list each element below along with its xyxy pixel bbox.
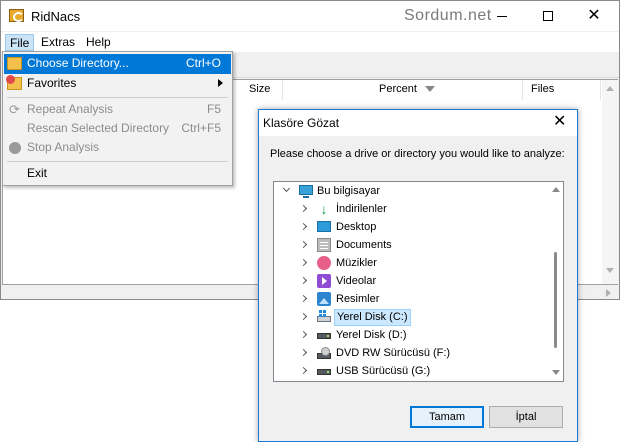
menu-file[interactable]: File — [5, 34, 35, 51]
menu-item-label: Favorites — [27, 76, 77, 90]
column-header-percent-label: Percent — [379, 83, 417, 95]
scroll-up-icon[interactable] — [552, 187, 560, 192]
menu-item-repeat-analysis: ⟳ Repeat Analysis F5 — [4, 100, 231, 120]
sort-descending-icon — [424, 86, 435, 93]
vertical-scrollbar[interactable] — [602, 80, 618, 284]
download-icon: ↓ — [320, 201, 328, 217]
menu-item-shortcut: F5 — [206, 102, 221, 116]
chevron-right-icon[interactable] — [299, 330, 308, 339]
tree-item-label: İndirilenler — [336, 203, 387, 215]
tree-item-label: Bu bilgisayar — [317, 185, 380, 197]
computer-icon — [299, 185, 313, 198]
column-header-files[interactable]: Files — [525, 80, 601, 100]
chevron-right-icon[interactable] — [299, 294, 308, 303]
column-header-size[interactable]: Size — [243, 80, 283, 100]
tree-item-label: Resimler — [336, 293, 380, 305]
scroll-up-icon[interactable] — [606, 86, 614, 91]
dialog-prompt: Please choose a drive or directory you w… — [270, 148, 565, 160]
menu-item-label: Rescan Selected Directory — [27, 121, 170, 135]
window-title: RidNacs — [31, 9, 81, 24]
documents-icon — [317, 238, 331, 252]
submenu-arrow-icon — [218, 79, 223, 87]
tree-scrollbar[interactable] — [549, 182, 563, 381]
menu-item-rescan-selected: Rescan Selected Directory Ctrl+F5 — [4, 119, 231, 139]
browse-folder-dialog: Klasöre Gözat ✕ Please choose a drive or… — [258, 109, 578, 442]
dialog-title-bar[interactable]: Klasöre Gözat ✕ — [259, 110, 577, 136]
menu-item-choose-directory[interactable]: Choose Directory... Ctrl+O — [4, 54, 231, 74]
video-icon — [317, 274, 331, 288]
menu-item-label: Choose Directory... — [27, 56, 129, 70]
tree-item-label: Yerel Disk (D:) — [336, 329, 407, 341]
menu-item-label: Stop Analysis — [27, 140, 100, 154]
scroll-right-icon[interactable] — [606, 289, 611, 297]
chevron-right-icon[interactable] — [299, 204, 308, 213]
chevron-right-icon[interactable] — [299, 258, 308, 267]
chevron-right-icon[interactable] — [299, 348, 308, 357]
chevron-right-icon[interactable] — [299, 222, 308, 231]
title-bar[interactable]: RidNacs Sordum.net ✕ — [1, 1, 619, 31]
menu-item-favorites[interactable]: Favorites — [4, 74, 231, 94]
folder-tree[interactable]: Bu bilgisayar ↓ İndirilenler Desktop Doc… — [273, 181, 564, 382]
close-icon: ✕ — [587, 7, 601, 24]
chevron-right-icon[interactable] — [299, 312, 308, 321]
scroll-down-icon[interactable] — [552, 370, 560, 375]
tree-item-label: USB Sürücüsü (G:) — [336, 365, 431, 377]
menu-item-exit[interactable]: Exit — [4, 164, 231, 184]
usb-drive-icon — [317, 369, 331, 375]
chevron-right-icon[interactable] — [299, 276, 308, 285]
scroll-thumb[interactable] — [554, 252, 557, 348]
file-menu-dropdown: Choose Directory... Ctrl+O Favorites ⟳ R… — [2, 51, 233, 186]
chevron-right-icon[interactable] — [299, 240, 308, 249]
drive-icon — [317, 333, 331, 339]
minimize-button[interactable] — [479, 1, 525, 31]
menu-bar: File Extras Help — [1, 32, 619, 52]
minimize-icon — [497, 15, 507, 17]
music-icon — [317, 256, 331, 270]
column-header-percent[interactable]: Percent — [283, 80, 523, 100]
pictures-icon — [317, 292, 331, 306]
menu-separator — [7, 97, 228, 98]
menu-item-stop-analysis: Stop Analysis — [4, 138, 231, 158]
maximize-icon — [543, 11, 553, 21]
tree-item-label: Müzikler — [336, 257, 377, 269]
repeat-icon: ⟳ — [9, 102, 20, 117]
close-button[interactable]: ✕ — [571, 1, 617, 31]
menu-item-label: Exit — [27, 166, 48, 180]
chevron-down-icon[interactable] — [282, 184, 291, 193]
tree-item-label: Videolar — [336, 275, 377, 287]
stop-icon — [9, 142, 21, 154]
chevron-right-icon[interactable] — [299, 366, 308, 375]
dialog-close-icon[interactable]: ✕ — [553, 114, 566, 130]
menu-item-shortcut: Ctrl+F5 — [181, 121, 221, 135]
dvd-drive-icon — [317, 347, 331, 359]
favorites-icon — [6, 75, 22, 90]
menu-item-shortcut: Ctrl+O — [185, 56, 221, 70]
tree-item-label: Desktop — [336, 221, 377, 233]
app-icon — [9, 9, 24, 22]
desktop-icon — [317, 221, 331, 232]
folder-icon — [7, 57, 22, 70]
cancel-button[interactable]: İptal — [489, 406, 563, 428]
dialog-title: Klasöre Gözat — [263, 116, 340, 130]
scroll-down-icon[interactable] — [606, 268, 614, 273]
menu-separator — [7, 161, 228, 162]
ok-button[interactable]: Tamam — [410, 406, 484, 428]
tree-item-label: Yerel Disk (C:) — [334, 309, 411, 326]
menu-item-label: Repeat Analysis — [27, 102, 114, 116]
maximize-button[interactable] — [525, 1, 571, 31]
system-drive-icon — [317, 310, 331, 322]
menu-extras[interactable]: Extras — [37, 34, 79, 51]
menu-help[interactable]: Help — [82, 34, 115, 51]
tree-item-label: DVD RW Sürücüsü (F:) — [336, 347, 451, 359]
tree-item-label: Documents — [336, 239, 392, 251]
